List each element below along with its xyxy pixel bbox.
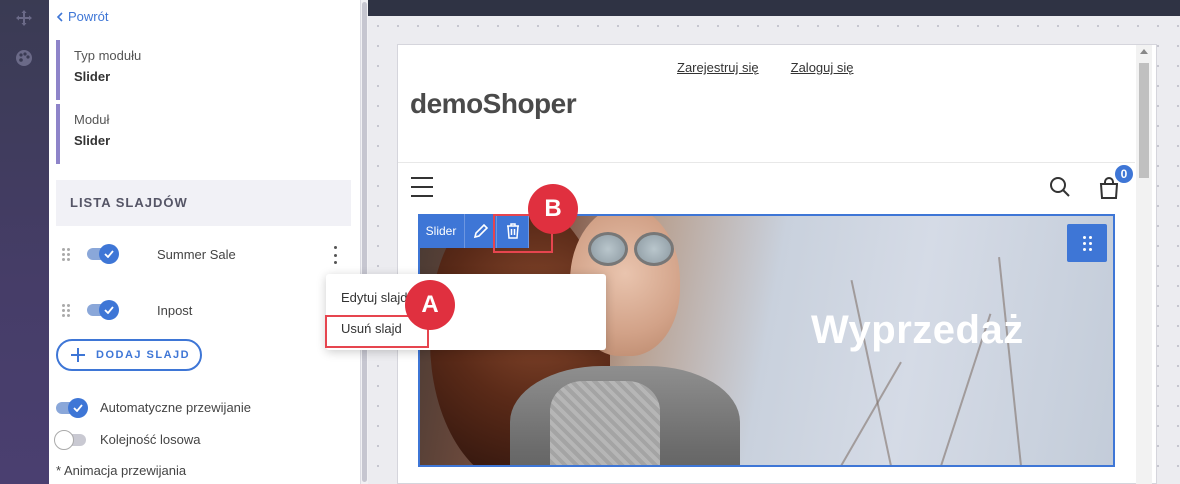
pencil-icon	[473, 223, 488, 239]
panel-scrollbar[interactable]	[360, 0, 368, 484]
module-type-value: Slider	[74, 69, 111, 84]
module-value: Slider	[74, 133, 111, 148]
auto-scroll-option[interactable]: Automatyczne przewijanie	[56, 397, 252, 418]
account-links: Zarejestruj się Zaloguj się	[677, 60, 854, 75]
random-order-option[interactable]: Kolejność losowa	[54, 429, 201, 450]
slide-toggle[interactable]	[87, 300, 119, 320]
drag-handle-icon[interactable]	[62, 245, 72, 263]
annotation-badge-a: A	[405, 280, 455, 330]
random-order-toggle[interactable]	[54, 429, 86, 450]
move-icon[interactable]	[12, 6, 36, 30]
module-type-label: Typ modułu	[74, 48, 142, 63]
slide-toggle[interactable]	[87, 244, 119, 264]
cart-count-badge: 0	[1113, 163, 1135, 185]
module-block: Moduł Slider	[56, 104, 306, 164]
slide-name: Inpost	[157, 302, 193, 318]
auto-scroll-toggle[interactable]	[56, 397, 88, 418]
menu-icon[interactable]	[411, 177, 433, 197]
more-options-icon[interactable]	[332, 246, 338, 264]
slider-module-label: Slider	[418, 214, 465, 248]
store-logo[interactable]: demoShoper	[410, 88, 577, 120]
palette-icon[interactable]	[12, 46, 36, 70]
annotation-badge-b: B	[528, 184, 578, 234]
slide-headline: Wyprzedaż	[811, 308, 1024, 352]
list-item[interactable]: Inpost	[56, 295, 346, 325]
random-order-label: Kolejność losowa	[100, 432, 201, 447]
add-slide-button[interactable]: DODAJ SLAJD	[56, 339, 202, 371]
auto-scroll-label: Automatyczne przewijanie	[100, 400, 252, 415]
header-divider	[398, 162, 1135, 163]
search-icon[interactable]	[1049, 176, 1071, 203]
edit-slide-menu-item[interactable]: Edytuj slajd	[341, 290, 407, 305]
module-type-block: Typ modułu Slider	[56, 40, 306, 100]
editor-topbar	[368, 0, 1180, 16]
back-link[interactable]: Powrót	[56, 9, 108, 24]
login-link[interactable]: Zaloguj się	[791, 60, 854, 75]
register-link[interactable]: Zarejestruj się	[677, 60, 759, 75]
plus-icon	[71, 348, 85, 362]
preview-scrollbar[interactable]	[1136, 45, 1152, 484]
slider-drag-handle-icon[interactable]	[1067, 224, 1107, 262]
back-label: Powrót	[68, 9, 109, 24]
module-label: Moduł	[74, 112, 110, 127]
add-slide-label: DODAJ SLAJD	[96, 349, 191, 361]
list-item[interactable]: Summer Sale	[56, 239, 346, 269]
slides-list-header: LISTA SLAJDÓW	[56, 180, 351, 226]
chevron-left-icon	[56, 11, 63, 22]
animation-label: * Animacja przewijania	[56, 463, 187, 478]
drag-handle-icon[interactable]	[62, 301, 72, 319]
left-rail	[0, 0, 49, 484]
slide-name: Summer Sale	[157, 246, 236, 262]
